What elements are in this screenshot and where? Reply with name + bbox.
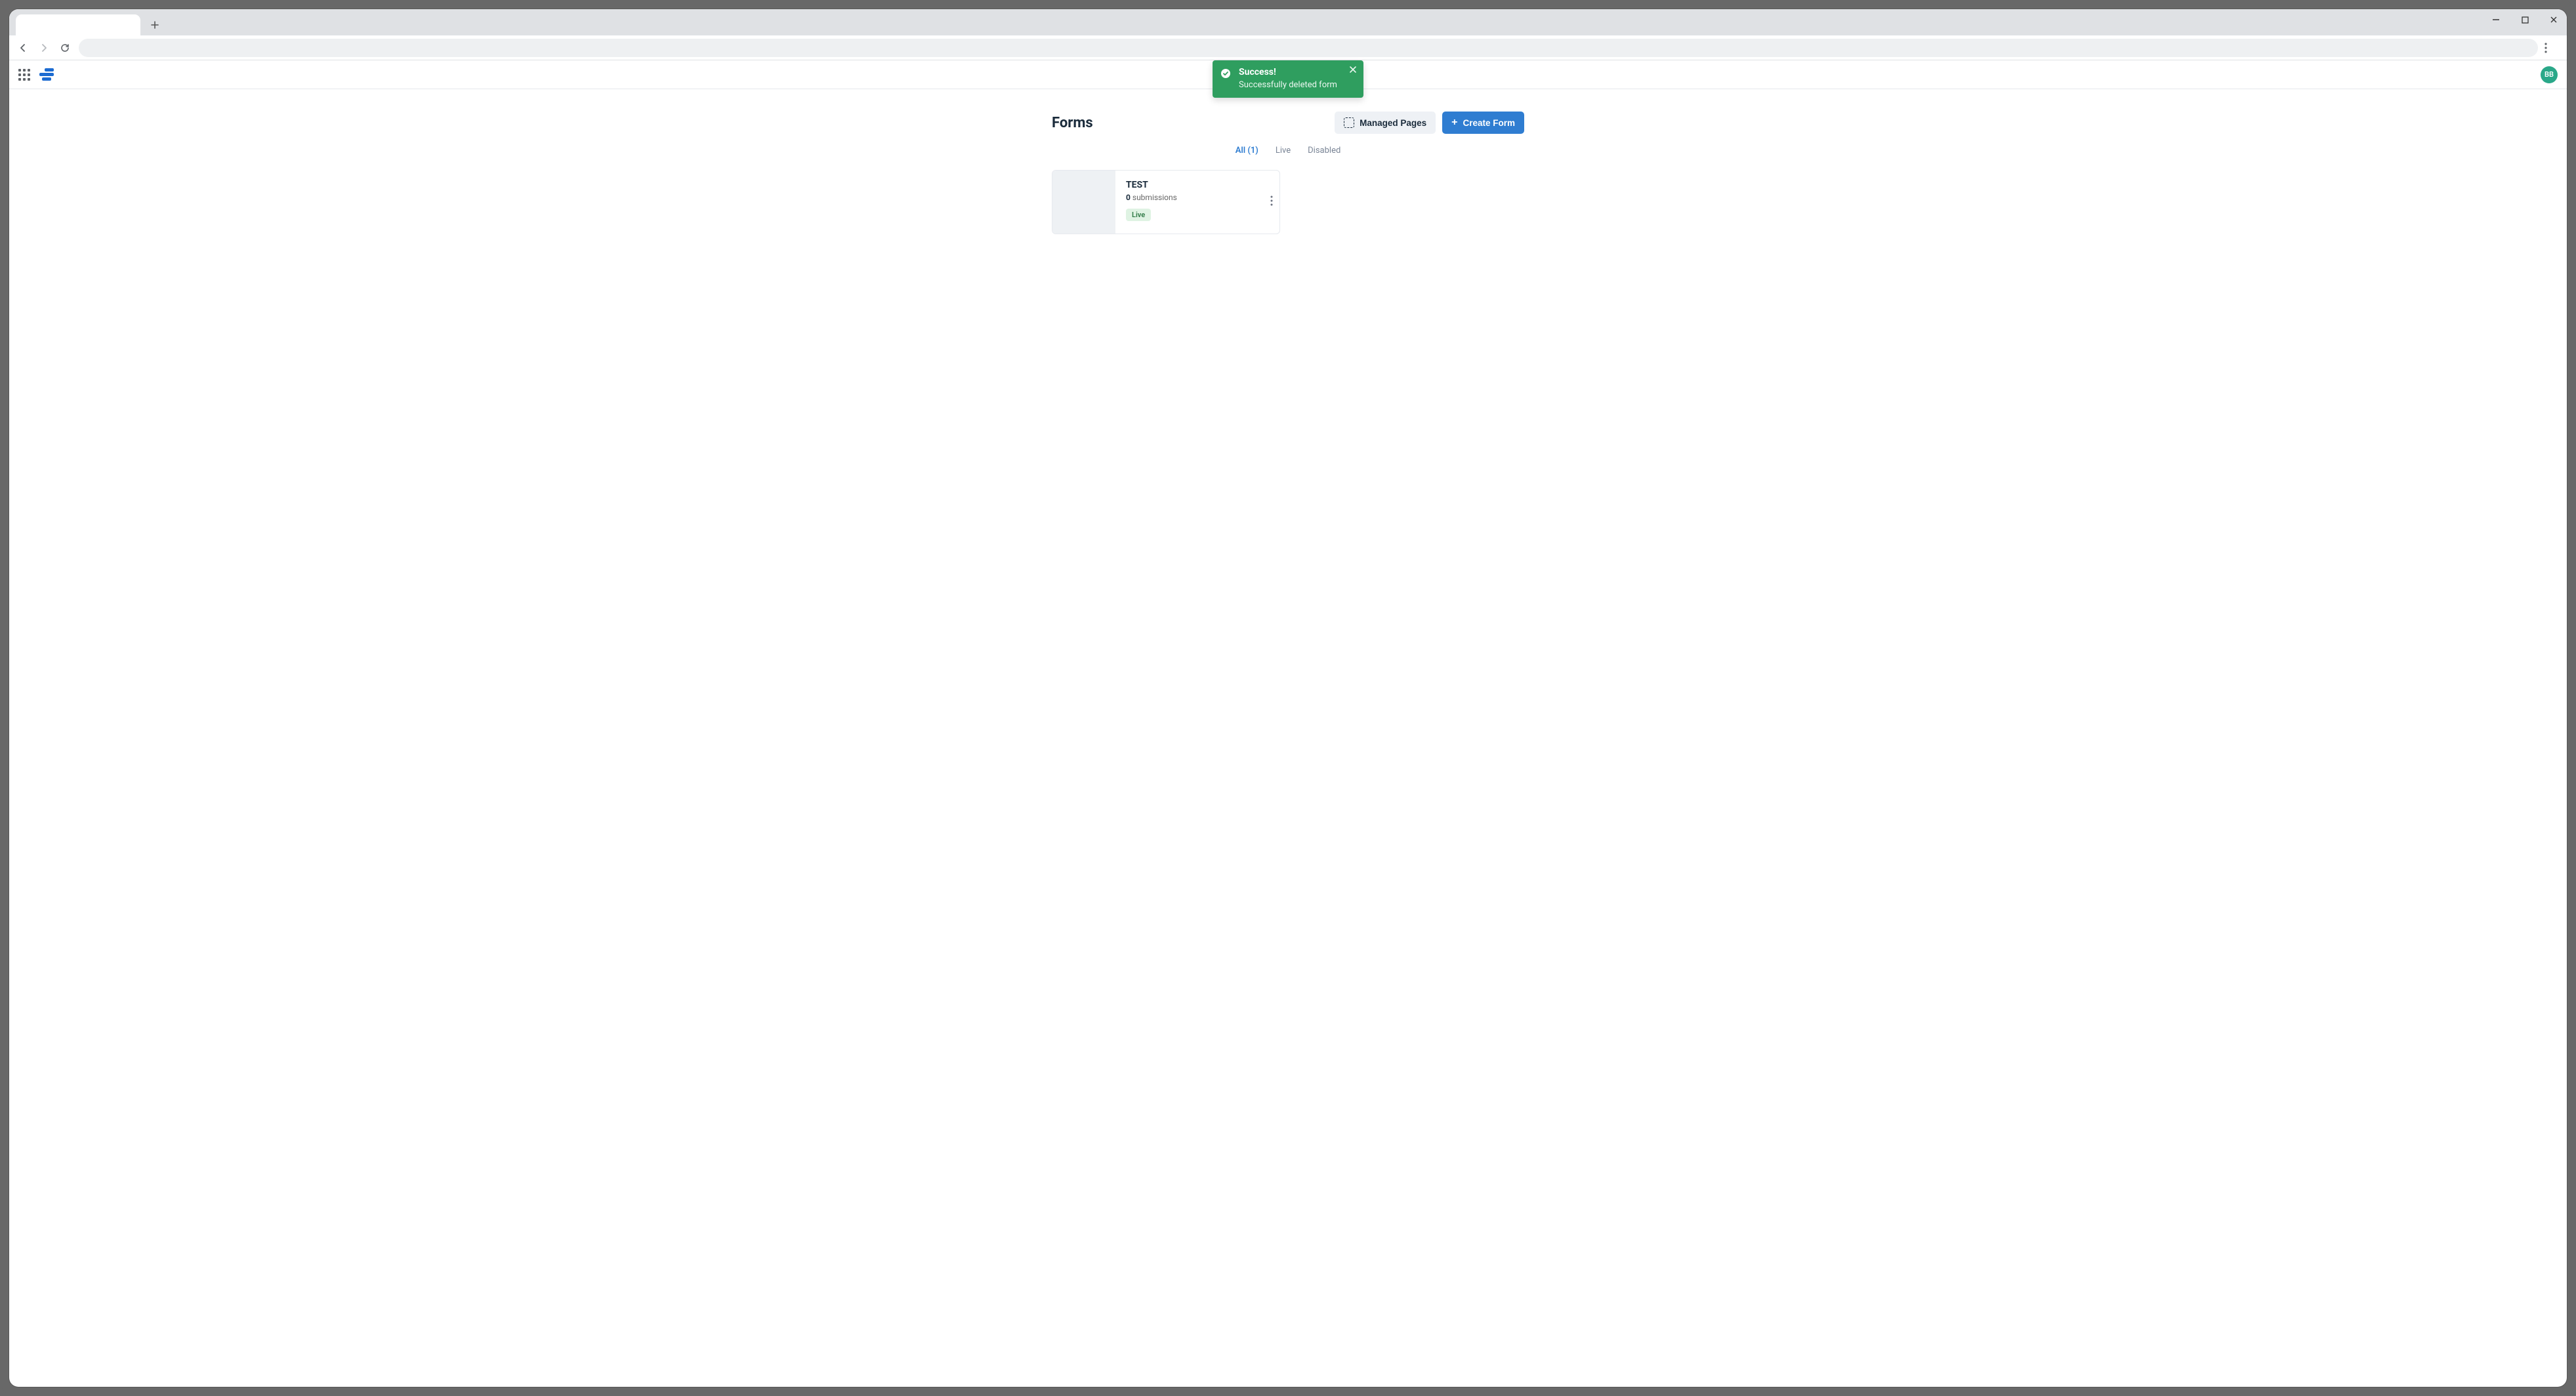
window-maximize-button[interactable] <box>2516 13 2534 26</box>
app-logo[interactable] <box>39 67 55 83</box>
browser-reload-button[interactable] <box>58 41 72 55</box>
browser-menu-button[interactable] <box>2545 43 2560 53</box>
plus-icon: + <box>1451 117 1457 128</box>
browser-toolbar <box>9 35 2567 60</box>
page-head-actions: Managed Pages + Create Form <box>1335 112 1524 134</box>
toast-title: Success! <box>1239 67 1337 77</box>
form-card-subtitle: 0 submissions <box>1126 193 1270 202</box>
browser-forward-button[interactable] <box>37 41 51 55</box>
form-submissions-count: 0 <box>1126 193 1131 202</box>
browser-address-bar[interactable] <box>79 39 2538 57</box>
form-card-body: TEST 0 submissions Live <box>1115 171 1279 234</box>
toast-message: Successfully deleted form <box>1239 80 1337 90</box>
app-header: BB Success! Successfully deleted form <box>9 60 2567 89</box>
reload-icon <box>60 43 70 53</box>
tab-disabled[interactable]: Disabled <box>1306 143 1342 158</box>
browser-tabstrip <box>9 9 2567 35</box>
managed-pages-label: Managed Pages <box>1360 118 1426 128</box>
form-card[interactable]: TEST 0 submissions Live <box>1052 170 1280 234</box>
status-badge: Live <box>1126 209 1151 221</box>
toast-close-button[interactable] <box>1349 66 1357 73</box>
avatar-initials: BB <box>2545 70 2554 79</box>
page-content: Forms Managed Pages + Create Form All (1 <box>9 89 2567 1387</box>
form-card-title: TEST <box>1126 180 1270 190</box>
app-header-left <box>18 67 55 83</box>
forms-grid: TEST 0 submissions Live <box>1052 170 1524 234</box>
avatar[interactable]: BB <box>2541 66 2558 83</box>
plus-icon <box>150 20 159 30</box>
close-icon <box>1349 66 1357 73</box>
tab-all[interactable]: All (1) <box>1234 143 1260 158</box>
filter-tabs: All (1) Live Disabled <box>1052 143 1524 158</box>
window-controls <box>2487 13 2563 26</box>
form-card-thumbnail <box>1052 171 1115 234</box>
check-circle-icon <box>1220 68 1231 79</box>
browser-tab[interactable] <box>16 14 140 35</box>
screen: BB Success! Successfully deleted form Fo… <box>9 9 2567 1387</box>
window-close-button[interactable] <box>2545 13 2563 26</box>
maximize-icon <box>2522 16 2529 24</box>
toast-success: Success! Successfully deleted form <box>1213 60 1363 98</box>
arrow-right-icon <box>39 43 49 53</box>
managed-pages-button[interactable]: Managed Pages <box>1335 112 1436 134</box>
window-minimize-button[interactable] <box>2487 13 2505 26</box>
kebab-icon <box>1270 195 1273 206</box>
close-icon <box>2550 16 2558 24</box>
create-form-label: Create Form <box>1463 118 1515 128</box>
page-title: Forms <box>1052 115 1093 131</box>
device-frame: BB Success! Successfully deleted form Fo… <box>0 0 2576 1396</box>
kebab-icon <box>2545 43 2547 53</box>
dashed-square-icon <box>1344 117 1354 128</box>
browser-back-button[interactable] <box>16 41 30 55</box>
page-inner: Forms Managed Pages + Create Form All (1 <box>1052 112 1524 1387</box>
minimize-icon <box>2492 16 2500 24</box>
form-submissions-word: submissions <box>1132 193 1177 202</box>
new-tab-button[interactable] <box>146 16 164 34</box>
app-switcher-button[interactable] <box>18 69 30 81</box>
tab-live[interactable]: Live <box>1274 143 1292 158</box>
arrow-left-icon <box>18 43 28 53</box>
create-form-button[interactable]: + Create Form <box>1442 112 1524 134</box>
form-card-menu-button[interactable] <box>1270 195 1273 206</box>
page-head: Forms Managed Pages + Create Form <box>1052 112 1524 134</box>
